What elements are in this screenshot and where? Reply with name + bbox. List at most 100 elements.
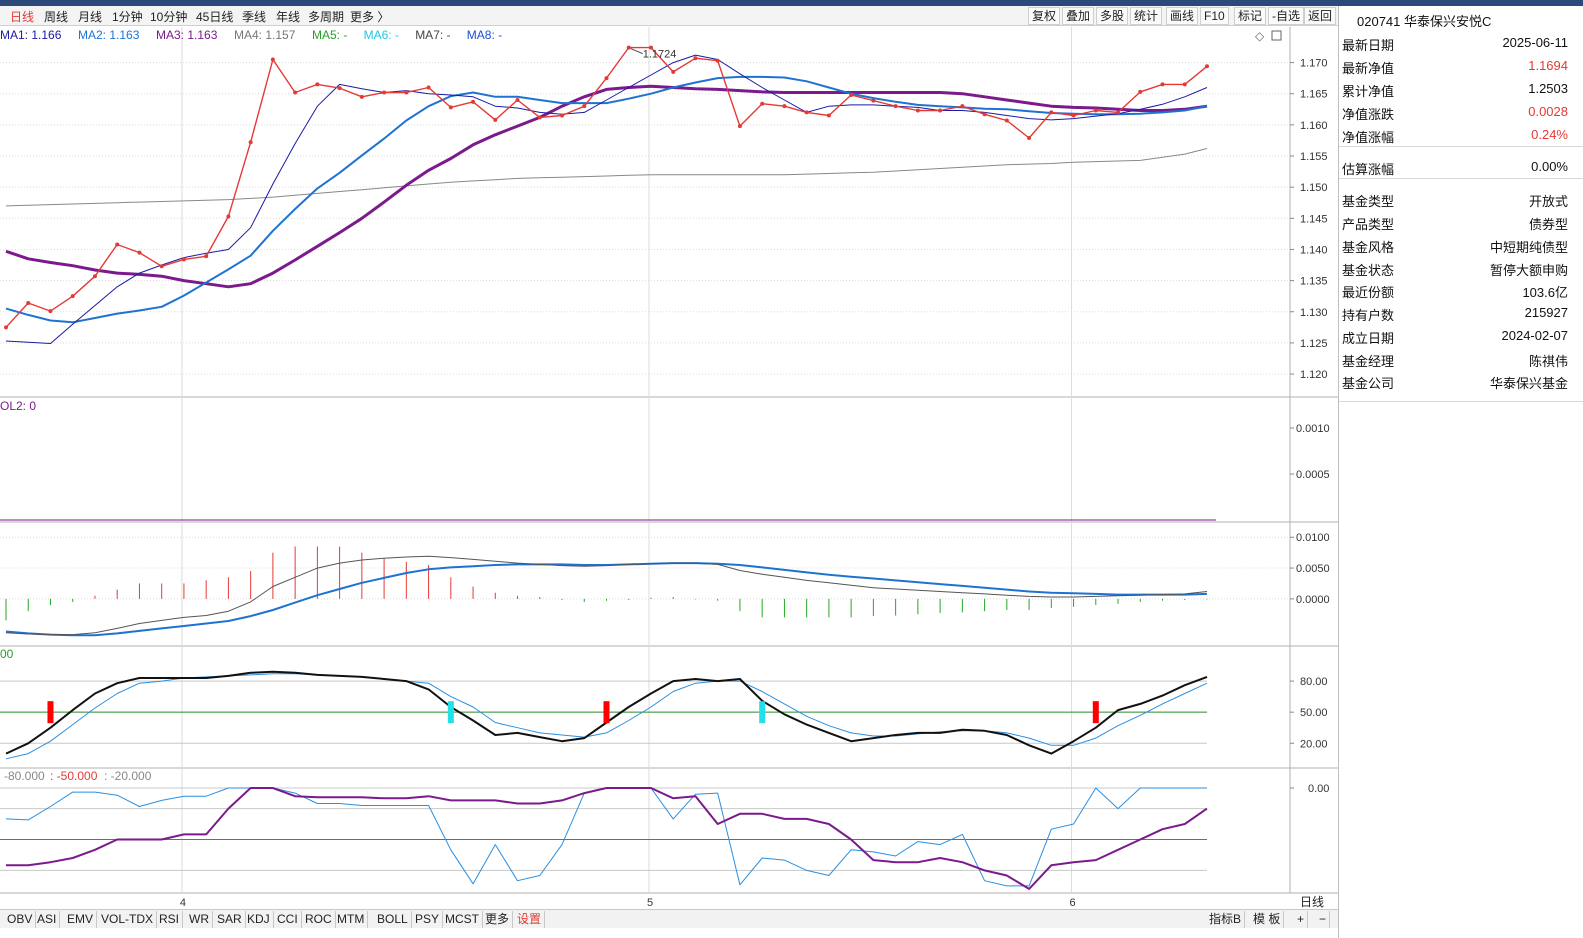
wr-y-tick-label: 0.00 (1308, 783, 1329, 795)
indicator-tab-12[interactable]: PSY (412, 911, 444, 928)
nav-point (826, 113, 831, 118)
period-1[interactable]: 周线 (44, 8, 68, 25)
indicator-tab-11[interactable]: BOLL (374, 911, 412, 928)
chart-area[interactable]: 1.170 1.165 1.160 1.155 1.150 1.145 1.140 1.135… (0, 27, 1338, 909)
bottom-right-button-0[interactable]: 指标B (1206, 911, 1246, 928)
fund-info-value: 2024-02-07 (1501, 328, 1569, 343)
nav-point (871, 98, 876, 103)
nav-point (849, 92, 854, 97)
period-8[interactable]: 多周期 (308, 8, 344, 25)
toolbar-button-1[interactable]: 叠加 (1062, 7, 1095, 25)
fund-info-value: 1.2503 (1528, 81, 1568, 96)
kdj-signal-marker (447, 701, 454, 724)
nav-point (938, 108, 943, 113)
indicator-tab-0[interactable]: OBV (4, 911, 37, 928)
macd-y-tick-label: 0.0100 (1296, 532, 1330, 544)
nav-point (626, 45, 631, 50)
macd-y-tick-label: 0.0000 (1296, 594, 1330, 606)
fund-info-row: 累计净值 1.2503 (1341, 78, 1568, 100)
fund-info-row: 最近份额 103.6亿 (1341, 279, 1568, 301)
nav-point (1004, 118, 1009, 123)
nav-point (1205, 64, 1209, 69)
nav-point (1027, 135, 1032, 140)
nav-point (671, 69, 676, 74)
indicator-tab-14[interactable]: 更多 (482, 911, 514, 928)
fund-info-label: 最近份额 (1342, 285, 1395, 300)
main-y-tick-label: 1.155 (1300, 151, 1328, 163)
bottom-right-button-3[interactable]: − (1316, 911, 1331, 928)
indicator-tab-5[interactable]: WR (186, 911, 213, 928)
nav-point (715, 58, 720, 63)
kdj-legend: 00 (0, 647, 14, 661)
toolbar-button-8[interactable]: 返回 (1304, 7, 1337, 25)
indicator-tab-10[interactable]: MTM (334, 911, 369, 928)
x-axis-period-label: 日线 (1300, 895, 1324, 909)
period-5[interactable]: 45日线 (196, 8, 233, 25)
indicator-tab-6[interactable]: SAR (214, 911, 246, 928)
nav-point (48, 309, 53, 314)
kdj-signal-marker (1092, 701, 1099, 724)
period-2[interactable]: 月线 (78, 8, 102, 25)
fund-info-row: 基金类型 开放式 (1341, 188, 1568, 210)
nav-point (1049, 110, 1054, 115)
period-4[interactable]: 10分钟 (150, 8, 187, 25)
vol-y-tick-label: 0.0005 (1296, 469, 1330, 481)
peak-label: 1.1724 (643, 49, 677, 61)
toolbar-button-3[interactable]: 统计 (1130, 7, 1163, 25)
kdj-y-tick-label: 80.00 (1300, 676, 1328, 688)
fund-info-value: 暂停大额申购 (1489, 263, 1568, 278)
indicator-tab-15[interactable]: 设置 (514, 911, 546, 928)
toolbar-button-4[interactable]: 画线 (1166, 7, 1199, 25)
bottom-right-button-2[interactable]: + (1294, 911, 1309, 928)
indicator-tab-2[interactable]: EMV (64, 911, 98, 928)
panel-toggle-icon (1271, 30, 1282, 41)
fund-title: 020741 华泰保兴安悦C (1357, 14, 1492, 29)
toolbar-button-0[interactable]: 复权 (1028, 7, 1061, 25)
nav-point (560, 113, 565, 118)
fund-info-value: 陈祺伟 (1528, 354, 1568, 369)
nav-point (737, 124, 742, 129)
nav-point (982, 112, 987, 117)
indicator-tab-8[interactable]: CCI (274, 911, 302, 928)
indicator-tab-4[interactable]: RSI (156, 911, 184, 928)
main-y-tick-label: 1.125 (1300, 338, 1328, 350)
nav-point (293, 90, 298, 95)
nav-point (382, 90, 387, 95)
nav-point (359, 94, 364, 99)
kdj-y-tick-label: 50.00 (1300, 707, 1328, 719)
nav-point (537, 115, 542, 120)
toolbar-button-5[interactable]: F10 (1200, 7, 1229, 25)
period-toolbar: 日线 周线 月线 1分钟 10分钟 45日线 季线 年线 多周期 更多 〉 复权 叠加 多股 统计 画线 F1… (0, 6, 1338, 26)
fund-info-row: 净值涨跌 0.0028 (1341, 101, 1568, 123)
period-7[interactable]: 年线 (276, 8, 300, 25)
indicator-tab-13[interactable]: MCST (442, 911, 483, 928)
nav-point (115, 242, 120, 247)
nav-point (760, 101, 765, 106)
indicator-tab-7[interactable]: KDJ (244, 911, 274, 928)
indicator-tab-1[interactable]: ASI (34, 911, 61, 928)
nav-point (915, 108, 920, 113)
period-0[interactable]: 日线 (10, 8, 34, 25)
fund-info-row: 估算涨幅 0.00% (1341, 156, 1568, 178)
indicator-tab-3[interactable]: VOL-TDX (98, 911, 158, 928)
vol-y-tick-label: 0.0010 (1296, 423, 1330, 435)
nav-point (1182, 82, 1187, 87)
nav-point (204, 254, 209, 259)
fund-info-label: 基金状态 (1342, 263, 1395, 278)
indicator-tab-9[interactable]: ROC (302, 911, 336, 928)
period-3[interactable]: 1分钟 (112, 8, 143, 25)
main-y-tick-label: 1.165 (1300, 89, 1328, 101)
ma-legend-1: MA2: 1.163 (78, 28, 140, 42)
diamond-icon: ◇ (1255, 29, 1265, 43)
nav-point (248, 140, 253, 145)
bottom-right-button-1[interactable]: 模 板 (1250, 911, 1285, 928)
toolbar-button-6[interactable]: 标记 (1234, 7, 1267, 25)
fund-info-row: 基金状态 暂停大额申购 (1341, 257, 1568, 279)
toolbar-button-2[interactable]: 多股 (1096, 7, 1129, 25)
nav-point (1138, 89, 1143, 94)
toolbar-button-7[interactable]: -自选 (1268, 7, 1304, 25)
period-9[interactable]: 更多 〉 (350, 8, 389, 25)
nav-point (159, 264, 164, 269)
kdj-signal-marker (47, 701, 54, 724)
period-6[interactable]: 季线 (242, 8, 266, 25)
